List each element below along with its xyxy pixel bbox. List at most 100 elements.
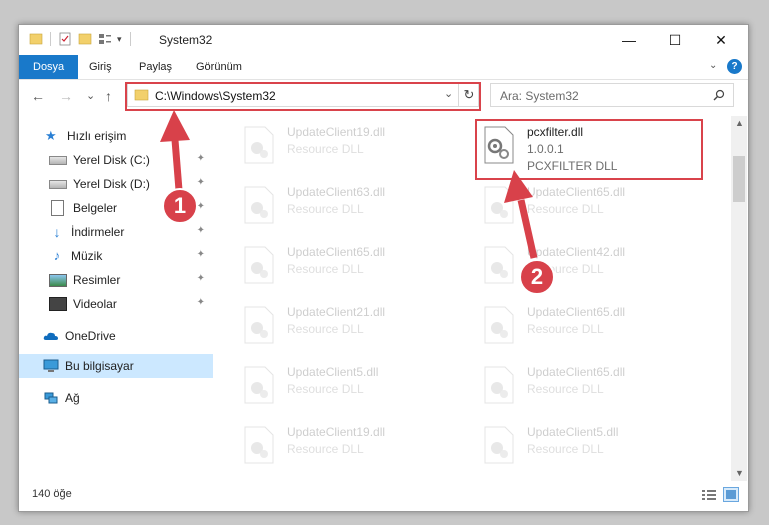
dll-file-icon <box>484 246 514 284</box>
file-type: Resource DLL <box>527 382 604 396</box>
file-item[interactable]: UpdateClient5.dll Resource DLL <box>239 362 469 408</box>
status-bar: 140 öğe <box>19 483 748 511</box>
documents-icon <box>51 200 64 216</box>
address-bar-highlight <box>125 82 481 111</box>
pin-icon[interactable]: ✦ <box>197 225 205 236</box>
item-count: 140 öğe <box>32 488 72 500</box>
dll-file-icon <box>244 126 274 164</box>
scrollbar-thumb[interactable] <box>733 156 745 202</box>
dll-file-icon <box>244 426 274 464</box>
file-name: UpdateClient21.dll <box>287 305 386 319</box>
file-name: UpdateClient5.dll <box>287 365 379 379</box>
pin-icon[interactable]: ✦ <box>197 153 205 164</box>
star-icon: ★ <box>45 128 57 143</box>
tab-dosya[interactable]: Dosya <box>19 55 79 79</box>
view-options-icon[interactable] <box>98 32 112 46</box>
forward-button[interactable]: → <box>59 88 73 104</box>
expand-ribbon-icon[interactable]: ⌄ <box>709 60 717 71</box>
large-icons-view-icon[interactable] <box>723 487 739 502</box>
sidebar-item-local-disk-c[interactable]: Yerel Disk (C:) ✦ <box>19 148 213 172</box>
pictures-icon <box>49 273 67 287</box>
maximize-button[interactable]: ☐ <box>652 25 698 55</box>
file-type: Resource DLL <box>287 322 364 336</box>
ribbon: Dosya Giriş Paylaş Görünüm ⌄ ? <box>19 55 748 80</box>
dll-file-icon <box>484 426 514 464</box>
sidebar-item-label: Bu bilgisayar <box>65 359 134 373</box>
customize-toolbar-icon[interactable]: ▾ <box>117 34 122 45</box>
file-item[interactable]: UpdateClient5.dll Resource DLL <box>479 422 709 468</box>
dll-file-icon <box>484 186 514 224</box>
sidebar-item-network[interactable]: Ağ <box>19 386 213 410</box>
file-item[interactable]: UpdateClient19.dll Resource DLL <box>239 422 469 468</box>
dll-file-icon <box>244 186 274 224</box>
title-bar: ▾ System32 — ☐ ✕ <box>19 25 748 55</box>
file-item[interactable]: UpdateClient42.dll Resource DLL <box>479 242 709 288</box>
sidebar-item-videos[interactable]: Videolar ✦ <box>19 292 213 316</box>
quick-access-toolbar: ▾ <box>29 32 139 46</box>
file-item[interactable]: UpdateClient65.dll Resource DLL <box>239 242 469 288</box>
sidebar-item-music[interactable]: ♪ Müzik ✦ <box>19 244 213 268</box>
callout-2: 2 <box>519 259 555 295</box>
details-view-icon[interactable] <box>702 489 716 501</box>
file-type: Resource DLL <box>527 322 604 336</box>
pin-icon[interactable]: ✦ <box>197 297 205 308</box>
scroll-down-icon[interactable]: ▼ <box>735 468 744 478</box>
pin-icon[interactable]: ✦ <box>197 249 205 260</box>
back-button[interactable]: ← <box>31 88 45 104</box>
pin-icon[interactable]: ✦ <box>197 273 205 284</box>
tab-paylas[interactable]: Paylaş <box>125 55 186 79</box>
sidebar-item-label: Videolar <box>73 297 117 311</box>
drive-icon <box>49 179 67 189</box>
file-name: UpdateClient19.dll <box>287 125 386 139</box>
file-name: UpdateClient42.dll <box>527 245 626 259</box>
file-item[interactable]: UpdateClient63.dll Resource DLL <box>239 182 469 228</box>
file-type: Resource DLL <box>287 262 364 276</box>
onedrive-icon <box>43 332 58 340</box>
dll-file-icon <box>484 306 514 344</box>
dll-file-icon <box>244 246 274 284</box>
file-item[interactable]: UpdateClient65.dll Resource DLL <box>479 182 709 228</box>
recent-locations-button[interactable]: ⌄ <box>86 89 95 102</box>
sidebar-item-label: Belgeler <box>73 201 118 215</box>
file-item[interactable]: UpdateClient65.dll Resource DLL <box>479 302 709 348</box>
dll-file-icon <box>244 366 274 404</box>
sidebar-item-label: Müzik <box>71 249 103 263</box>
file-item[interactable]: UpdateClient21.dll Resource DLL <box>239 302 469 348</box>
file-item[interactable]: UpdateClient19.dll Resource DLL <box>239 122 469 168</box>
tab-gorunum[interactable]: Görünüm <box>182 55 256 79</box>
navigation-pane: ★ Hızlı erişim Yerel Disk (C:) ✦ Yerel D… <box>19 116 213 481</box>
minimize-button[interactable]: — <box>606 25 652 55</box>
file-type: Resource DLL <box>287 142 364 156</box>
scroll-up-icon[interactable]: ▲ <box>735 118 744 128</box>
sidebar-item-label: Yerel Disk (C:) <box>73 153 150 167</box>
file-type: Resource DLL <box>287 382 364 396</box>
file-type: Resource DLL <box>287 202 364 216</box>
sidebar-item-pictures[interactable]: Resimler ✦ <box>19 268 213 292</box>
sidebar-item-quick-access[interactable]: ★ Hızlı erişim <box>19 124 213 148</box>
sidebar-item-label: İndirmeler <box>71 225 125 239</box>
file-name: UpdateClient65.dll <box>527 305 626 319</box>
help-icon[interactable]: ? <box>727 59 742 74</box>
properties-icon[interactable] <box>58 32 72 46</box>
sidebar-item-label: OneDrive <box>65 329 116 343</box>
up-button[interactable]: ↑ <box>105 88 112 104</box>
file-item[interactable]: UpdateClient65.dll Resource DLL <box>479 362 709 408</box>
file-type: Resource DLL <box>527 202 604 216</box>
close-button[interactable]: ✕ <box>698 25 744 55</box>
file-type: Resource DLL <box>287 442 364 456</box>
sidebar-item-onedrive[interactable]: OneDrive <box>19 324 213 348</box>
search-box[interactable]: Ara: System32 <box>490 83 734 107</box>
search-input[interactable]: Ara: System32 <box>500 89 579 103</box>
sidebar-item-downloads[interactable]: ↓ İndirmeler ✦ <box>19 220 213 244</box>
pin-icon[interactable]: ✦ <box>197 177 205 188</box>
drive-icon <box>49 155 67 165</box>
sidebar-item-this-pc[interactable]: Bu bilgisayar <box>19 354 213 378</box>
dll-file-icon <box>484 366 514 404</box>
tab-giris[interactable]: Giriş <box>75 55 126 79</box>
search-icon <box>713 89 725 101</box>
new-folder-icon[interactable] <box>78 32 92 46</box>
sidebar-item-label: Yerel Disk (D:) <box>73 177 150 191</box>
vertical-scrollbar[interactable]: ▲ ▼ <box>731 116 747 481</box>
folder-icon[interactable] <box>29 32 43 46</box>
sidebar-item-label: Hızlı erişim <box>67 129 127 143</box>
